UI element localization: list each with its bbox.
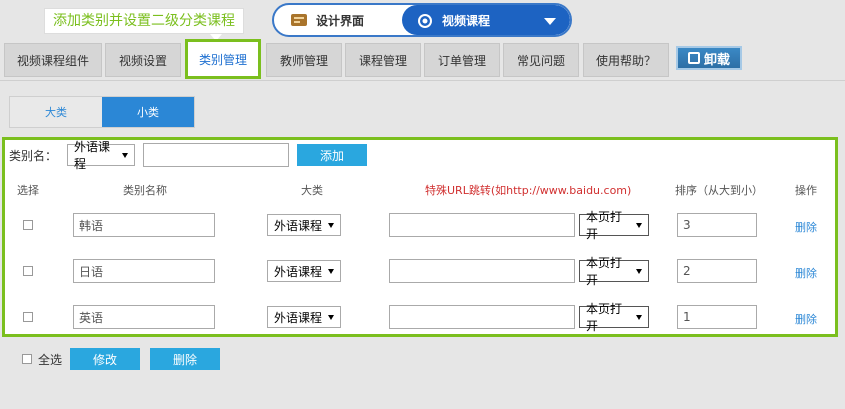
- row-parent-select[interactable]: 外语课程: [267, 306, 341, 328]
- open-mode-select[interactable]: 本页打开: [579, 210, 649, 241]
- tab-help[interactable]: 使用帮助？: [583, 43, 669, 77]
- name-value: 英语: [79, 310, 104, 325]
- category-name-input[interactable]: 日语: [73, 259, 215, 283]
- select-value: 外语课程: [274, 218, 323, 233]
- tab-label: 视频课程组件: [16, 53, 89, 68]
- select-value: 本页打开: [586, 210, 623, 241]
- table-row: 英语 外语课程 本页打开 1 删除: [5, 302, 835, 333]
- chevron-down-icon: [328, 222, 334, 228]
- order-value: 1: [683, 310, 691, 324]
- chevron-down-icon[interactable]: [544, 18, 556, 25]
- url-input[interactable]: [389, 259, 575, 283]
- unload-button[interactable]: 卸载: [676, 46, 742, 70]
- header-order: 排序（从大到小）: [675, 184, 763, 197]
- add-button[interactable]: 添加: [297, 144, 368, 166]
- tab-video-settings[interactable]: 视频设置: [105, 43, 181, 77]
- edit-button[interactable]: 修改: [70, 348, 141, 370]
- tab-label: 常见问题: [516, 53, 565, 68]
- bulk-delete-label: 删除: [173, 352, 198, 367]
- category-name-label: 类别名：: [9, 148, 58, 163]
- add-label: 添加: [320, 148, 345, 163]
- subtab-label: 小类: [137, 106, 159, 119]
- tab-major-category[interactable]: 大类: [10, 97, 102, 127]
- select-value: 外语课程: [274, 264, 323, 279]
- tab-order-management[interactable]: 订单管理: [424, 43, 500, 77]
- category-form: 类别名： 外语课程 添加 选择 类别名称 大类 特殊URL跳转(如http://…: [2, 137, 838, 337]
- order-input[interactable]: 1: [677, 305, 757, 329]
- design-interface-label: 设计界面: [316, 13, 365, 28]
- new-category-input[interactable]: [143, 143, 290, 167]
- chevron-down-icon: [328, 314, 334, 320]
- open-mode-select[interactable]: 本页打开: [579, 256, 649, 287]
- tab-label: 视频设置: [118, 53, 167, 68]
- tab-label: 教师管理: [279, 53, 328, 68]
- tab-minor-category[interactable]: 小类: [102, 97, 194, 127]
- delete-link[interactable]: 删除: [795, 311, 817, 327]
- bulk-actions-bar: 全选 修改 删除: [22, 347, 221, 371]
- url-input[interactable]: [389, 305, 575, 329]
- select-all-checkbox[interactable]: [22, 354, 32, 364]
- select-all-label: 全选: [38, 352, 63, 367]
- mode-switcher[interactable]: 设计界面 视频课程: [272, 3, 572, 37]
- order-value: 2: [683, 264, 691, 278]
- video-course-option[interactable]: 视频课程: [402, 5, 570, 35]
- chevron-down-icon: [328, 268, 334, 274]
- unload-icon: [687, 52, 700, 64]
- table-row: 日语 外语课程 本页打开 2 删除: [5, 256, 835, 287]
- header-select: 选择: [17, 184, 39, 197]
- tab-label: 使用帮助？: [595, 53, 656, 68]
- tab-teacher-management[interactable]: 教师管理: [266, 43, 342, 77]
- select-value: 外语课程: [74, 140, 111, 171]
- subtab-label: 大类: [45, 106, 67, 119]
- tab-label: 订单管理: [437, 53, 486, 68]
- row-checkbox[interactable]: [23, 220, 33, 230]
- select-value: 本页打开: [586, 302, 623, 333]
- tab-video-course-component[interactable]: 视频课程组件: [4, 43, 102, 77]
- gear-icon: [416, 12, 434, 28]
- edit-label: 修改: [93, 352, 118, 367]
- tab-category-management[interactable]: 类别管理: [185, 39, 261, 79]
- bulk-delete-button[interactable]: 删除: [150, 348, 221, 370]
- chevron-down-icon: [636, 314, 642, 320]
- chevron-down-icon: [636, 222, 642, 228]
- name-value: 韩语: [79, 218, 104, 233]
- header-url: 特殊URL跳转(如http://www.baidu.com): [425, 184, 632, 197]
- video-course-label: 视频课程: [442, 13, 491, 28]
- row-parent-select[interactable]: 外语课程: [267, 260, 341, 282]
- row-checkbox[interactable]: [23, 312, 33, 322]
- order-value: 3: [683, 218, 691, 232]
- select-value: 外语课程: [274, 310, 323, 325]
- design-interface-option[interactable]: 设计界面: [274, 5, 402, 35]
- order-input[interactable]: 2: [677, 259, 757, 283]
- tab-faq[interactable]: 常见问题: [503, 43, 579, 77]
- annotation-callout: 添加类别并设置二级分类课程: [44, 8, 244, 34]
- category-name-input[interactable]: 韩语: [73, 213, 215, 237]
- design-icon: [290, 12, 308, 28]
- delete-link[interactable]: 删除: [795, 265, 817, 281]
- row-parent-select[interactable]: 外语课程: [267, 214, 341, 236]
- parent-category-select[interactable]: 外语课程: [67, 140, 136, 171]
- header-action: 操作: [795, 184, 817, 197]
- select-value: 本页打开: [586, 256, 623, 287]
- chevron-down-icon: [636, 268, 642, 274]
- tab-course-management[interactable]: 课程管理: [345, 43, 421, 77]
- row-checkbox[interactable]: [23, 266, 33, 276]
- name-value: 日语: [79, 264, 104, 279]
- header-parent: 大类: [301, 184, 323, 197]
- category-level-tabs: 大类 小类: [9, 96, 195, 128]
- category-name-input[interactable]: 英语: [73, 305, 215, 329]
- url-input[interactable]: [389, 213, 575, 237]
- header-name: 类别名称: [123, 184, 167, 197]
- add-category-row: 类别名： 外语课程 添加: [9, 140, 368, 171]
- delete-link[interactable]: 删除: [795, 219, 817, 235]
- chevron-down-icon: [122, 152, 129, 158]
- tab-label: 类别管理: [198, 52, 247, 67]
- open-mode-select[interactable]: 本页打开: [579, 302, 649, 333]
- table-row: 韩语 外语课程 本页打开 3 删除: [5, 210, 835, 241]
- unload-label: 卸载: [703, 52, 730, 68]
- order-input[interactable]: 3: [677, 213, 757, 237]
- tab-label: 课程管理: [358, 53, 407, 68]
